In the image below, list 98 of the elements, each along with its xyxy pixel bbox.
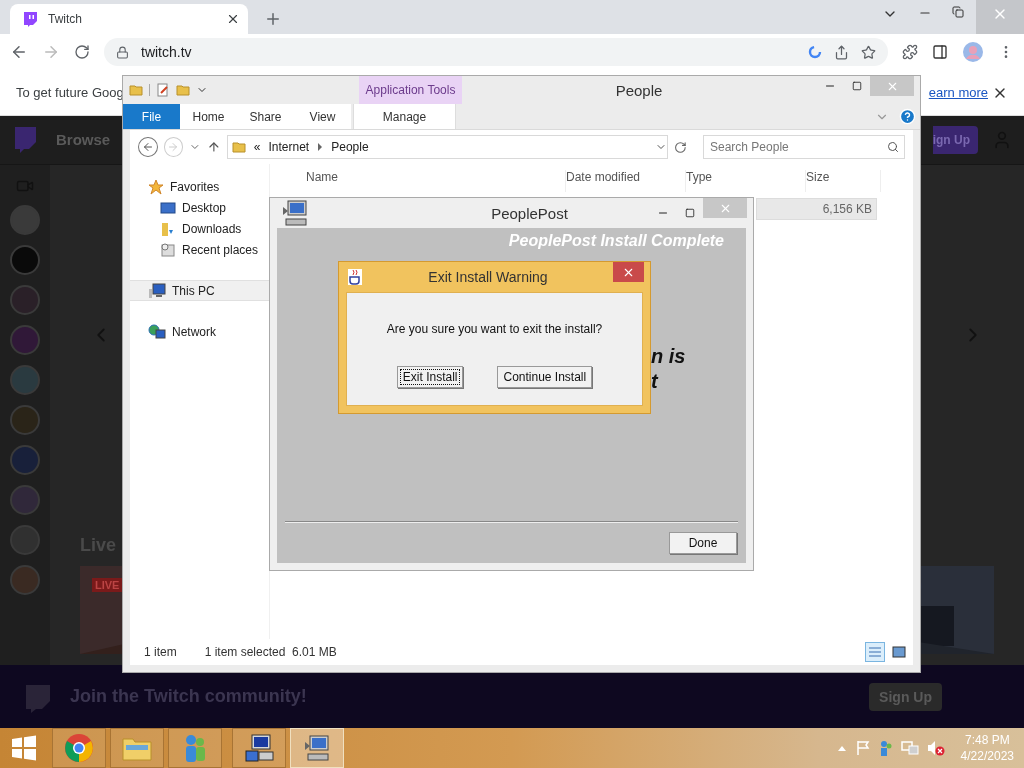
channel-avatar[interactable]: [10, 285, 40, 315]
channel-avatar[interactable]: [10, 565, 40, 595]
folder-icon: [231, 140, 246, 154]
breadcrumb[interactable]: People: [331, 140, 369, 154]
nav-item[interactable]: This PC: [130, 280, 269, 301]
window-title: PeoplePost: [490, 204, 569, 222]
back-icon[interactable]: [10, 43, 28, 61]
column-header[interactable]: Name: [306, 170, 566, 192]
channel-avatar[interactable]: [10, 525, 40, 555]
column-header[interactable]: Size: [806, 170, 881, 192]
window-title: People: [614, 81, 664, 99]
folder-download-icon: [160, 220, 176, 237]
channel-avatar[interactable]: [10, 485, 40, 515]
taskbar-app[interactable]: [232, 728, 286, 768]
breadcrumb[interactable]: Internet: [268, 140, 310, 154]
channel-avatar[interactable]: [10, 325, 40, 355]
item-count: 1 item: [144, 645, 177, 659]
nav-item[interactable]: Recent places: [130, 239, 269, 260]
lock-icon: [116, 45, 129, 59]
message-fragment: t: [651, 370, 658, 393]
file-row[interactable]: 6,156 KB: [756, 198, 877, 220]
channel-avatar[interactable]: [10, 245, 40, 275]
folder-icon: [122, 735, 152, 761]
ribbon-tab[interactable]: View: [294, 104, 351, 129]
network-icon: [148, 323, 166, 340]
star-icon: [148, 178, 164, 195]
column-header[interactable]: Type: [686, 170, 806, 192]
context-tab-header: Application Tools: [359, 76, 462, 104]
tab-title: Twitch: [48, 12, 82, 26]
learn-more-link[interactable]: earn more: [928, 85, 988, 100]
column-header[interactable]: Date modified: [566, 170, 686, 192]
network-icon[interactable]: [900, 740, 919, 756]
ribbon-tab[interactable]: Share: [237, 104, 294, 129]
maximize-icon[interactable]: [684, 208, 695, 218]
computer-icon: [148, 282, 166, 299]
nav-item[interactable]: Favorites: [130, 176, 269, 197]
java-cup-icon: [347, 268, 363, 286]
channel-avatar[interactable]: [10, 205, 40, 235]
done-button[interactable]: Done: [669, 532, 737, 554]
maximize-icon[interactable]: [851, 81, 862, 91]
profile-avatar-icon[interactable]: [962, 41, 984, 63]
search-field[interactable]: Search People: [703, 135, 905, 159]
ribbon-tab[interactable]: Home: [180, 104, 237, 129]
channel-avatar[interactable]: [10, 405, 40, 435]
installer-computer-icon: [243, 733, 275, 763]
clock-date: 4/22/2023: [960, 748, 1014, 764]
dialog-title: Exit Install Warning: [427, 269, 549, 285]
taskbar-app[interactable]: [52, 728, 106, 768]
flag-icon[interactable]: [854, 740, 871, 756]
nav-item[interactable]: Desktop: [130, 197, 269, 218]
refresh-icon[interactable]: [674, 140, 687, 154]
install-heading: PeoplePost Install Complete: [507, 231, 725, 250]
up-icon[interactable]: [207, 140, 221, 154]
channel-avatar[interactable]: [10, 365, 40, 395]
nav-item[interactable]: Network: [130, 321, 269, 342]
details-list-icon: [868, 646, 882, 658]
selection-info: 1 item selected 6.01 MB: [204, 645, 337, 659]
live-badge: LIVE: [92, 578, 123, 592]
breadcrumb-prefix: «: [253, 140, 261, 154]
clock-time: 7:48 PM: [964, 732, 1010, 748]
message-fragment: n is: [651, 345, 686, 368]
reload-icon[interactable]: [74, 44, 90, 60]
monitor-icon: [160, 200, 176, 215]
back-icon[interactable]: [141, 141, 154, 153]
computer-icon: [280, 199, 310, 227]
dialog-button[interactable]: Continue Install: [497, 366, 593, 388]
dialog-message: Are you sure you want to exit the install?: [386, 322, 603, 336]
chrome-icon: [64, 733, 94, 763]
extensions-icon[interactable]: [902, 44, 918, 60]
restore-icon[interactable]: [952, 6, 964, 18]
forward-icon[interactable]: [42, 43, 60, 61]
address-field[interactable]: « Internet People: [226, 135, 669, 159]
address-bar[interactable]: twitch.tv: [104, 38, 888, 66]
recent-places-icon: [160, 241, 176, 258]
side-panel-icon[interactable]: [932, 44, 948, 60]
nav-item[interactable]: Downloads: [130, 218, 269, 239]
properties-icon[interactable]: [156, 83, 170, 97]
show-hidden-icon[interactable]: [836, 744, 847, 752]
windows-logo-icon: [11, 735, 37, 761]
dialog-button[interactable]: Exit Install: [396, 366, 464, 388]
browser-tab[interactable]: Twitch: [10, 4, 248, 34]
thumbnail-icon: [892, 646, 906, 658]
folder-icon: [176, 83, 190, 97]
folder-icon: [129, 83, 143, 97]
bookmark-star-icon[interactable]: [861, 44, 876, 60]
people-icon[interactable]: [878, 740, 893, 756]
help-icon[interactable]: [899, 108, 916, 125]
new-tab-icon[interactable]: [264, 10, 282, 28]
muted-speaker-icon[interactable]: [926, 740, 945, 756]
search-icon[interactable]: [887, 141, 899, 153]
channel-avatar[interactable]: [10, 445, 40, 475]
ribbon-tab[interactable]: File: [123, 104, 180, 129]
share-icon[interactable]: [834, 44, 849, 60]
ribbon-tab[interactable]: Manage: [353, 104, 456, 129]
twitch-logo-icon: [22, 11, 38, 27]
breadcrumb-arrow-icon[interactable]: [317, 143, 324, 151]
close-icon[interactable]: [226, 12, 240, 26]
computer-icon: [302, 734, 332, 762]
